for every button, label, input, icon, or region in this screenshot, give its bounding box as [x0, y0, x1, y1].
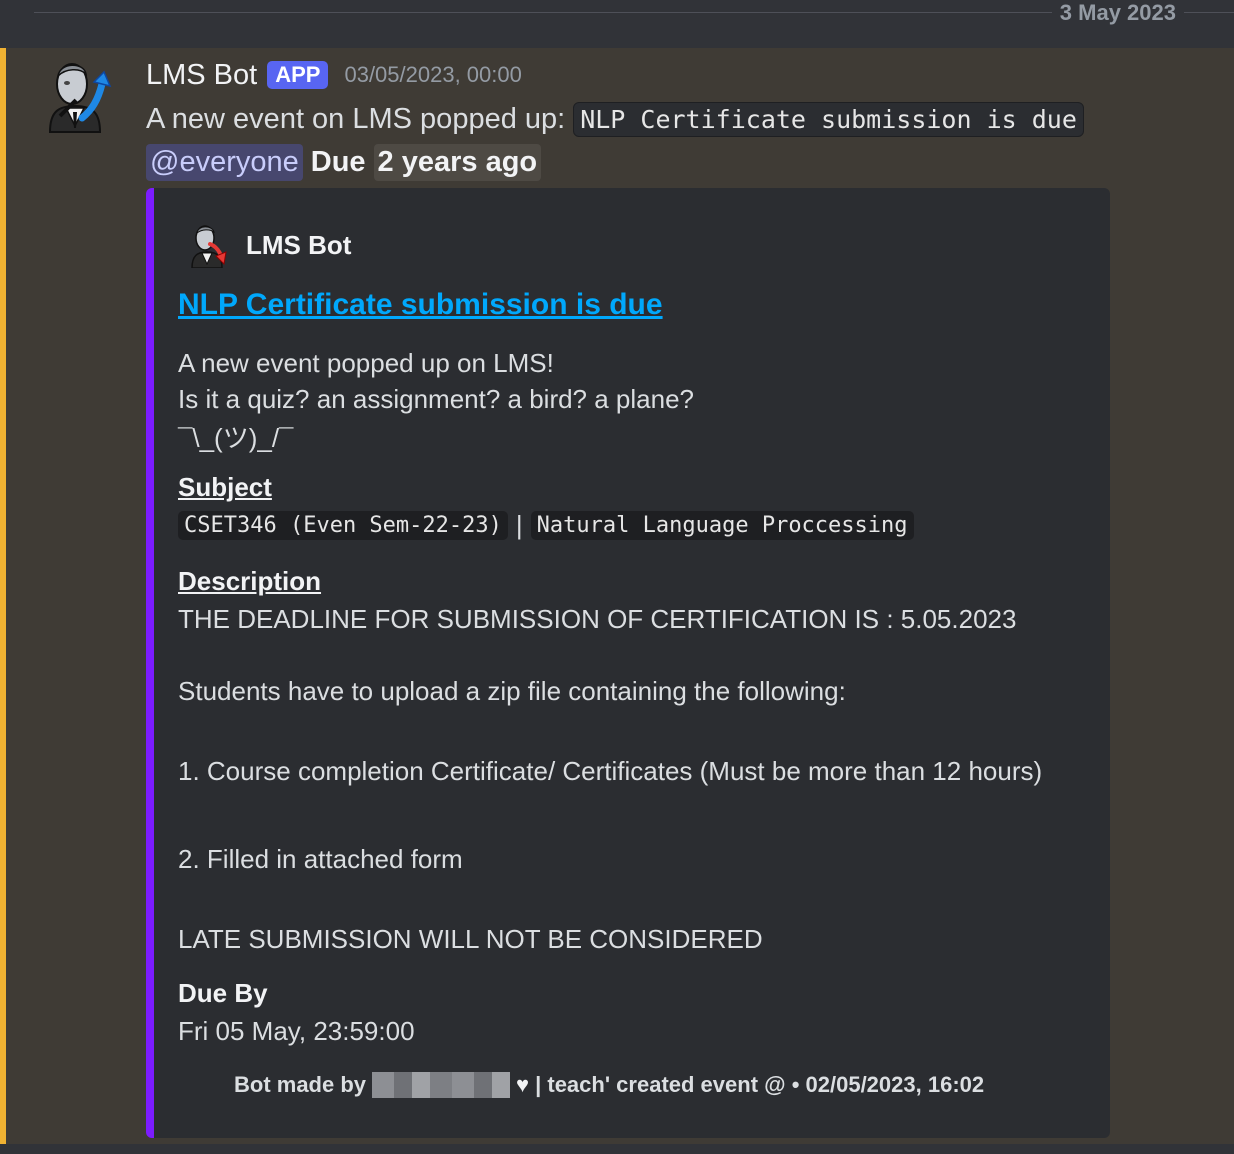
intro-line-2: Is it a quiz? an assignment? a bird? a p… [178, 384, 695, 414]
due-by-label: Due By [178, 978, 268, 1008]
message-content-line-1: A new event on LMS popped up: NLP Certif… [146, 100, 1084, 138]
bust-down-arrow-icon [191, 225, 227, 268]
description-line-1: THE DEADLINE FOR SUBMISSION OF CERTIFICA… [178, 604, 1017, 634]
footer-prefix: Bot made by [234, 1072, 367, 1097]
due-by-value: Fri 05 May, 23:59:00 [178, 1016, 415, 1046]
message-content-line-2: @everyone Due 2 years ago [146, 140, 542, 184]
description-line-3: 1. Course completion Certificate/ Certif… [178, 756, 1043, 786]
subject-label: Subject [178, 472, 272, 502]
embed-footer: Bot made by ♥ | teach' created event @ •… [234, 1072, 984, 1098]
embed-author-name[interactable]: LMS Bot [246, 230, 351, 261]
description-line-5: LATE SUBMISSION WILL NOT BE CONSIDERED [178, 924, 763, 954]
description-label: Description [178, 566, 322, 596]
due-label: Due [310, 145, 366, 178]
description-line-2: Students have to upload a zip file conta… [178, 676, 846, 706]
footer-text: | teach' created event @ • 02/05/2023, 1… [535, 1072, 985, 1097]
intro-line-3: ¯\_(ツ)_/¯ [178, 423, 294, 453]
heart-icon: ♥ [516, 1072, 530, 1097]
relative-timestamp: 2 years ago [373, 143, 542, 181]
everyone-mention[interactable]: @everyone [146, 143, 303, 181]
message-header: LMS Bot APP 03/05/2023, 00:00 [146, 58, 522, 92]
intro-text: A new event on LMS popped up: [146, 102, 566, 135]
date-divider: 3 May 2023 [34, 0, 1234, 26]
event-code: NLP Certificate submission is due [573, 101, 1084, 137]
embed-author: LMS Bot [184, 222, 351, 268]
event-embed: LMS Bot NLP Certificate submission is du… [146, 188, 1110, 1138]
author-name[interactable]: LMS Bot [146, 59, 257, 92]
bot-avatar[interactable] [36, 56, 114, 134]
divider-date: 3 May 2023 [1051, 0, 1184, 26]
mention-highlight-bar [0, 48, 6, 1144]
subject-separator: | [515, 510, 523, 540]
subject-code: CSET346 (Even Sem-22-23) [178, 511, 508, 540]
redacted-name [372, 1072, 511, 1098]
intro-line-1: A new event popped up on LMS! [178, 348, 554, 378]
app-badge: APP [267, 61, 329, 89]
description-line-4: 2. Filled in attached form [178, 844, 463, 874]
bust-icon [48, 63, 112, 133]
subject-name: Natural Language Proccessing [530, 511, 914, 540]
message-timestamp: 03/05/2023, 00:00 [344, 62, 522, 87]
subject-value: CSET346 (Even Sem-22-23) | Natural Langu… [178, 510, 914, 541]
embed-title-link[interactable]: NLP Certificate submission is due [178, 288, 663, 322]
